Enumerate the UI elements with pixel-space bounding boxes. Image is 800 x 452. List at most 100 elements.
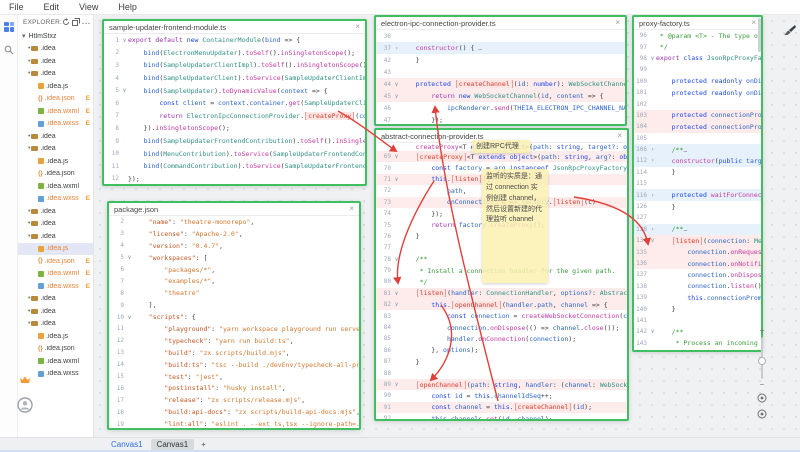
user-avatar[interactable] bbox=[17, 397, 33, 415]
zoom-slider[interactable] bbox=[761, 337, 763, 379]
tree-item[interactable]: .idea.wxssE bbox=[18, 280, 93, 293]
tree-item[interactable]: {}.idea.jsonE bbox=[18, 93, 93, 106]
json-file-icon: {} bbox=[38, 171, 43, 177]
tree-item[interactable]: .idea.js bbox=[18, 155, 93, 168]
tree-item[interactable]: .idea.wxml bbox=[18, 180, 93, 193]
collapse-all-icon[interactable] bbox=[72, 18, 80, 28]
code-line: 128› /**… bbox=[634, 224, 761, 235]
close-icon[interactable]: × bbox=[751, 19, 756, 27]
window-titlebar[interactable]: package.json× bbox=[109, 203, 359, 216]
canvas-tab[interactable]: Canvas1 bbox=[151, 439, 195, 450]
fit-view-icon[interactable] bbox=[757, 393, 767, 405]
linked-token[interactable]: createProxy bbox=[417, 153, 466, 161]
tree-item[interactable]: .idea.js bbox=[18, 80, 93, 93]
linked-token[interactable]: openChannel bbox=[417, 381, 466, 389]
linked-token[interactable]: createProxy bbox=[305, 112, 354, 120]
center-view-icon[interactable] bbox=[757, 409, 767, 421]
tree-item[interactable]: .idea.wxssE bbox=[18, 193, 93, 206]
tree-item[interactable]: .idea.wxmlE bbox=[18, 105, 93, 118]
zoom-slider-handle[interactable] bbox=[758, 357, 766, 365]
menu-file[interactable]: File bbox=[9, 2, 24, 12]
close-icon[interactable]: × bbox=[615, 19, 620, 27]
code-line: 141 bbox=[634, 315, 761, 326]
tree-item[interactable]: •.idea bbox=[18, 143, 93, 156]
tree-item[interactable]: .idea.wxssE bbox=[18, 118, 93, 131]
close-icon[interactable]: × bbox=[355, 23, 360, 31]
window-titlebar[interactable]: proxy-factory.ts × bbox=[634, 17, 761, 30]
tree-item-label: .idea bbox=[40, 308, 55, 315]
premium-crown-icon[interactable] bbox=[19, 375, 31, 387]
add-canvas-button[interactable]: + bbox=[196, 439, 211, 450]
tree-item[interactable]: .idea.wxmlE bbox=[18, 268, 93, 281]
zoom-out-button[interactable]: − bbox=[760, 381, 765, 389]
code-window-package-json[interactable]: package.json× 2 "name": "theatre-monorep… bbox=[107, 201, 361, 430]
code-editor: 2 "name": "theatre-monorepo",3 "license"… bbox=[109, 216, 359, 428]
tree-item[interactable]: •.idea bbox=[18, 68, 93, 81]
tree-item[interactable]: .idea.js bbox=[18, 243, 93, 256]
tree-item[interactable]: {}.idea.json bbox=[18, 168, 93, 181]
tree-item[interactable]: •.idea bbox=[18, 43, 93, 56]
code-line: 43 bbox=[376, 66, 625, 78]
window-title: proxy-factory.ts bbox=[639, 19, 690, 28]
code-window-proxy-factory[interactable]: proxy-factory.ts × 96 * @param <T> - The … bbox=[632, 15, 763, 352]
tree-item[interactable]: .idea.js bbox=[18, 330, 93, 343]
search-icon[interactable] bbox=[3, 44, 14, 55]
activity-bar bbox=[0, 15, 18, 437]
explorer-icon[interactable] bbox=[3, 21, 14, 32]
more-icon[interactable]: ... bbox=[82, 19, 91, 26]
menu-view[interactable]: View bbox=[79, 2, 98, 12]
code-line: 126 } bbox=[634, 201, 761, 212]
linked-token[interactable]: listen bbox=[673, 237, 702, 245]
tree-item[interactable]: •.idea bbox=[18, 205, 93, 218]
code-line: 12 "typecheck": "yarn run build:ts", bbox=[109, 335, 359, 347]
code-editor: 96 * @param <T> - The type of the object… bbox=[634, 30, 761, 350]
tree-item-label: .idea.js bbox=[46, 333, 68, 340]
tree-item[interactable]: •.idea bbox=[18, 218, 93, 231]
tree-item[interactable]: {}.idea.json bbox=[18, 343, 93, 356]
annotation-note-listen-explanation[interactable]: 监听的实质是：通过 connection 实例创建 channel，然后设置新建… bbox=[482, 169, 548, 283]
annotation-note-create-rpc-proxy[interactable]: 创建RPC代理 bbox=[472, 140, 530, 153]
refresh-icon[interactable] bbox=[62, 18, 70, 28]
zoom-in-button[interactable]: + bbox=[760, 327, 765, 335]
linked-token[interactable]: createChannel bbox=[515, 403, 572, 411]
linked-token[interactable]: listen bbox=[417, 289, 446, 297]
code-window-sample-updater-frontend-module[interactable]: sample-updater-frontend-module.ts× 1∨exp… bbox=[102, 19, 367, 186]
code-line: 96 * @param <T> - The type of the object bbox=[634, 30, 761, 41]
code-line: 46 ipcRenderer.send(THEIA_ELECTRON_IPC_C… bbox=[376, 102, 625, 114]
close-icon[interactable]: × bbox=[617, 132, 622, 140]
code-line: 4 bind(SampleUpdaterClient).toService(Sa… bbox=[104, 72, 365, 85]
code-line: 10 bind(MenuContribution).toService(Samp… bbox=[104, 147, 365, 160]
window-titlebar[interactable]: electron-ipc-connection-provider.ts× bbox=[376, 17, 625, 30]
code-window-electron-ipc-connection-provider[interactable]: electron-ipc-connection-provider.ts× 363… bbox=[374, 15, 627, 126]
bullet-icon: • bbox=[28, 308, 30, 315]
bullet-icon: • bbox=[28, 295, 30, 302]
window-titlebar[interactable]: sample-updater-frontend-module.ts× bbox=[104, 21, 365, 34]
tree-item[interactable]: •.idea bbox=[18, 130, 93, 143]
scrollbar-thumb[interactable] bbox=[758, 18, 761, 52]
code-line: 13 "build": "zx scripts/build.mjs", bbox=[109, 347, 359, 359]
tree-item[interactable]: •.idea bbox=[18, 55, 93, 68]
tree-item[interactable]: • .idea bbox=[18, 305, 93, 318]
code-line: 18 "build:api-docs": "zx scripts/build-a… bbox=[109, 406, 359, 418]
tree-item[interactable]: •.idea bbox=[18, 318, 93, 331]
linked-token[interactable]: openChannel bbox=[452, 301, 501, 309]
code-line: 3 "license": "Apache-2.0", bbox=[109, 228, 359, 240]
tree-item-label: .idea.js bbox=[46, 245, 68, 252]
linked-token[interactable]: listen bbox=[452, 175, 481, 183]
canvas-area[interactable]: sample-updater-frontend-module.ts× 1∨exp… bbox=[94, 15, 800, 437]
brush-icon[interactable] bbox=[782, 23, 797, 40]
menu-help[interactable]: Help bbox=[118, 2, 137, 12]
code-line: 82∨ this.openChannel(handler.path, chann… bbox=[376, 299, 627, 310]
tree-item[interactable]: •.idea bbox=[18, 293, 93, 306]
tree-item-label: .idea.wxml bbox=[46, 270, 79, 277]
canvas-tab[interactable]: Canvas1 bbox=[105, 439, 149, 450]
close-icon[interactable]: × bbox=[349, 205, 354, 213]
tree-item[interactable]: •.idea bbox=[18, 230, 93, 243]
linked-token[interactable]: createChannel bbox=[456, 80, 513, 88]
tree-item[interactable]: .idea.wxml bbox=[18, 355, 93, 368]
menu-edit[interactable]: Edit bbox=[44, 2, 60, 12]
tree-item[interactable]: {}.idea.jsonE bbox=[18, 255, 93, 268]
linked-token[interactable]: listen bbox=[554, 198, 583, 206]
tree-item[interactable]: ▾HtlmStxz bbox=[18, 30, 93, 43]
code-line: 1∨export default new ContainerModule(bin… bbox=[104, 34, 365, 47]
